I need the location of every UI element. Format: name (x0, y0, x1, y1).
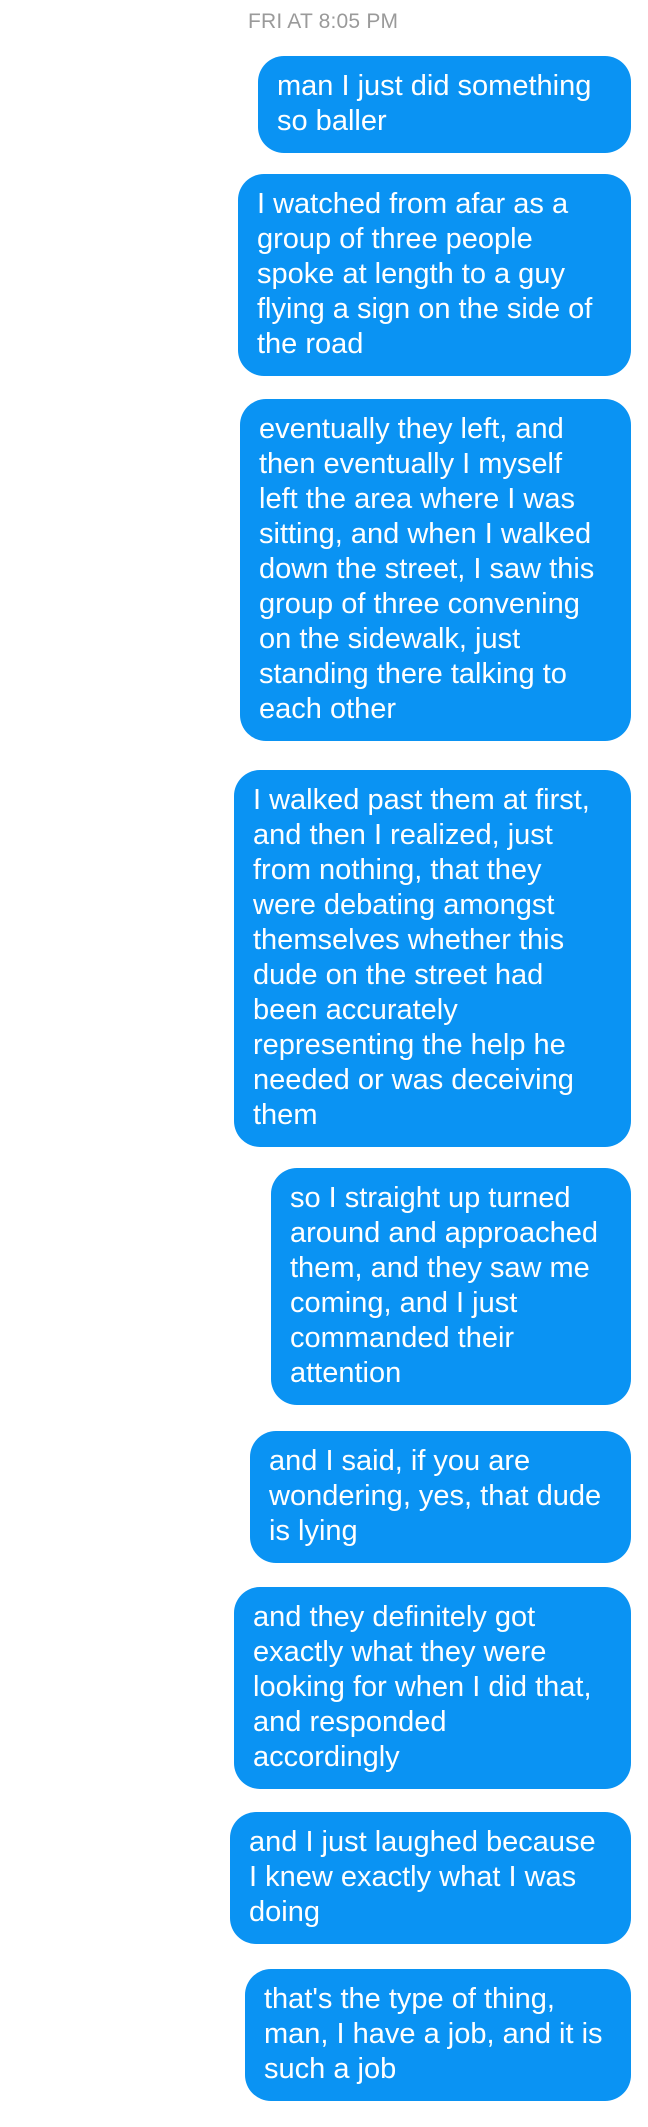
sent-message-bubble[interactable]: so I straight up turned around and appro… (271, 1168, 631, 1405)
sent-message-bubble[interactable]: and I just laughed because I knew exactl… (230, 1812, 631, 1944)
message-thread: man I just did something so baller I wat… (0, 0, 648, 2127)
sent-message-bubble[interactable]: eventually they left, and then eventuall… (240, 399, 631, 741)
sent-message-bubble[interactable]: I walked past them at first, and then I … (234, 770, 631, 1147)
sent-message-bubble[interactable]: and they definitely got exactly what the… (234, 1587, 631, 1789)
sent-message-bubble[interactable]: I watched from afar as a group of three … (238, 174, 631, 376)
sent-message-bubble[interactable]: that's the type of thing, man, I have a … (245, 1969, 631, 2101)
sent-message-bubble[interactable]: and I said, if you are wondering, yes, t… (250, 1431, 631, 1563)
sent-message-bubble[interactable]: man I just did something so baller (258, 56, 631, 153)
